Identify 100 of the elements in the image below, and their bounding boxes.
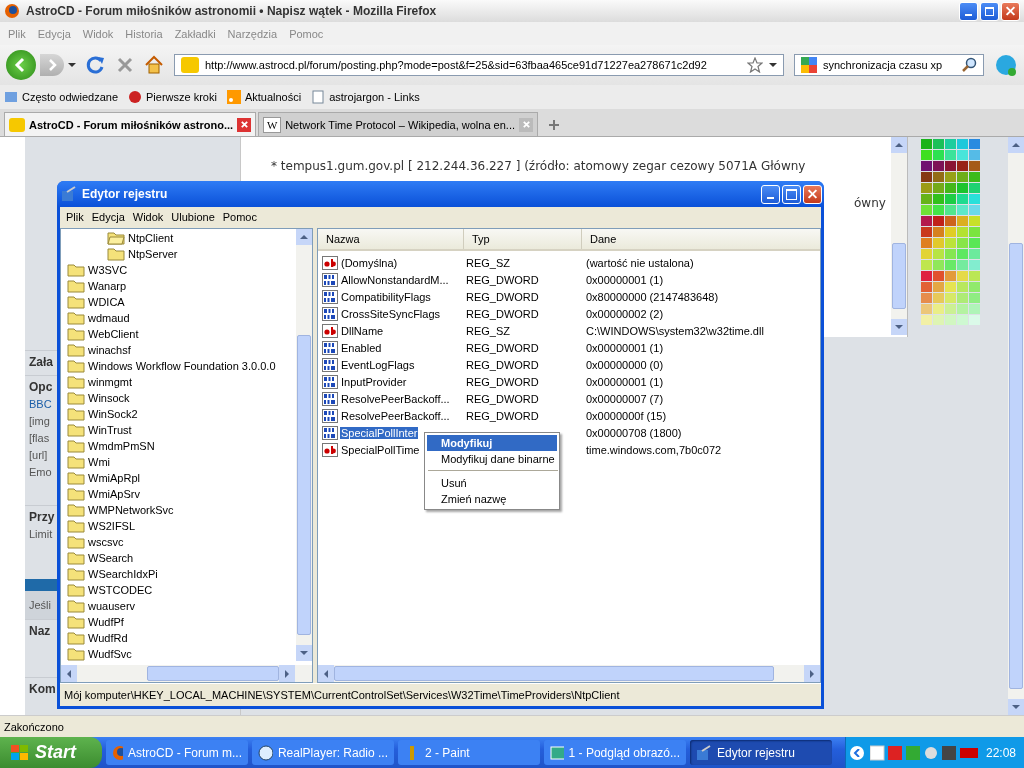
column-header[interactable]: Dane: [582, 229, 820, 249]
close-button[interactable]: [803, 184, 822, 204]
arrow-down-icon[interactable]: [300, 649, 308, 657]
tree-item[interactable]: Wanarp: [88, 280, 127, 292]
home-icon[interactable]: [144, 55, 164, 75]
value-name[interactable]: ResolvePeerBackoff...: [340, 409, 451, 422]
address-field[interactable]: http://www.astrocd.pl/forum/posting.php?mode=post&f=25&sid=63fbaa465ce91d71227ea278671c2d92: [174, 54, 784, 76]
close-button[interactable]: [1001, 1, 1020, 21]
menu-item[interactable]: Widok: [128, 210, 168, 223]
arrow-down-icon[interactable]: [1012, 703, 1020, 711]
tree-item[interactable]: WmdmPmSN: [88, 440, 155, 452]
dropdown-icon[interactable]: [769, 62, 777, 68]
tree-item[interactable]: wdmaud: [88, 312, 130, 324]
reload-icon[interactable]: [86, 55, 106, 75]
vertical-scrollbar[interactable]: [891, 137, 907, 335]
arrow-down-icon[interactable]: [895, 323, 903, 331]
tray-icons-drawing[interactable]: [869, 744, 980, 761]
column-header[interactable]: Nazwa: [318, 229, 464, 249]
color-palette-drawing[interactable]: [921, 139, 981, 326]
tree-item[interactable]: NtpServer: [128, 248, 178, 260]
browser-tab[interactable]: AstroCD - Forum miłośników astrono...: [4, 112, 257, 136]
taskbar-button[interactable]: 2 - Paint: [398, 740, 540, 765]
tree-item[interactable]: WmiApRpl: [88, 472, 140, 484]
bookmark[interactable]: Często odwiedzane: [4, 90, 118, 104]
tree-item[interactable]: Winsock: [88, 392, 130, 404]
value-name[interactable]: SpecialPollInter: [340, 426, 419, 439]
menu-item[interactable]: Ulubione: [167, 210, 219, 223]
close-icon[interactable]: [239, 120, 249, 129]
tree-item[interactable]: WmiApSrv: [88, 488, 140, 500]
tree-item[interactable]: NtpClient: [128, 232, 174, 244]
bookmark[interactable]: Pierwsze kroki: [128, 90, 217, 104]
arrow-right-icon[interactable]: [283, 669, 291, 678]
vertical-scrollbar[interactable]: [1008, 137, 1024, 715]
tree-item[interactable]: WinSock2: [88, 408, 138, 420]
context-menu-item[interactable]: Modyfikuj: [427, 435, 557, 451]
vertical-scrollbar[interactable]: [296, 229, 312, 661]
arrow-left-icon[interactable]: [65, 669, 73, 678]
back-button[interactable]: [6, 50, 36, 80]
restore-button[interactable]: [980, 1, 999, 21]
stop-icon[interactable]: [116, 56, 134, 74]
tree-item[interactable]: WinTrust: [88, 424, 132, 436]
search-engine-icon[interactable]: [801, 57, 817, 73]
tree-item[interactable]: winachsf: [88, 344, 131, 356]
maximize-button[interactable]: [782, 184, 801, 204]
arrow-up-icon[interactable]: [1012, 141, 1020, 149]
value-name[interactable]: ResolvePeerBackoff...: [340, 392, 451, 405]
tree-item[interactable]: WSearch: [88, 552, 134, 564]
menu-item[interactable]: Plik: [62, 210, 88, 223]
bookmark-star-icon[interactable]: [747, 57, 763, 73]
value-name[interactable]: DllName: [340, 324, 385, 337]
tree-item[interactable]: WS2IFSL: [88, 520, 136, 532]
value-name[interactable]: SpecialPollTime: [340, 443, 421, 456]
minimize-button[interactable]: [761, 184, 780, 204]
tree-item[interactable]: W3SVC: [88, 264, 128, 276]
arrow-right-icon[interactable]: [808, 669, 816, 678]
tree-item[interactable]: winmgmt: [88, 376, 132, 388]
tree-item[interactable]: wuauserv: [88, 600, 136, 612]
arrow-up-icon[interactable]: [895, 141, 903, 149]
arrow-left-icon[interactable]: [322, 669, 330, 678]
taskbar-button[interactable]: 1 - Podgląd obrazó...: [544, 740, 686, 765]
value-name[interactable]: CrossSiteSyncFlags: [340, 307, 442, 320]
context-menu-item[interactable]: Zmień nazwę: [427, 491, 557, 507]
horizontal-scrollbar[interactable]: [318, 665, 820, 682]
bookmark[interactable]: astrojargon - Links: [311, 90, 420, 104]
tree-item[interactable]: WDICA: [88, 296, 125, 308]
bookmark[interactable]: Aktualności: [226, 90, 302, 104]
minimize-button[interactable]: [959, 1, 978, 21]
taskbar-button[interactable]: RealPlayer: Radio ...: [252, 740, 394, 765]
value-name[interactable]: (Domyślna): [340, 256, 399, 269]
search-field[interactable]: synchronizacja czasu xp: [794, 54, 984, 76]
skype-icon[interactable]: [994, 53, 1018, 77]
menu-item[interactable]: Edycja: [87, 210, 129, 223]
value-name[interactable]: InputProvider: [340, 375, 408, 388]
value-name[interactable]: EventLogFlags: [340, 358, 416, 371]
taskbar-button[interactable]: AstroCD - Forum m...: [106, 740, 248, 765]
column-header[interactable]: Typ: [464, 229, 582, 249]
tree-item[interactable]: WSearchIdxPi: [88, 568, 158, 580]
search-icon[interactable]: [961, 57, 977, 73]
menu-item[interactable]: Pomoc: [218, 210, 261, 223]
tree-item[interactable]: WebClient: [88, 328, 139, 340]
taskbar-button[interactable]: Edytor rejestru: [690, 740, 832, 765]
horizontal-scrollbar[interactable]: [61, 665, 312, 682]
context-menu-item[interactable]: Modyfikuj dane binarne: [427, 451, 557, 467]
tree-item[interactable]: WudfRd: [88, 632, 128, 644]
tree-item[interactable]: wscsvc: [88, 536, 124, 548]
tree-item[interactable]: Windows Workflow Foundation 3.0.0.0: [88, 360, 276, 372]
plus-icon[interactable]: [549, 120, 559, 130]
tree-item[interactable]: WudfPf: [88, 616, 124, 628]
arrow-up-icon[interactable]: [300, 233, 308, 241]
value-name[interactable]: AllowNonstandardM...: [340, 273, 450, 286]
tree-item[interactable]: WudfSvc: [88, 648, 132, 660]
browser-tab[interactable]: W Network Time Protocol – Wikipedia, wolna en...: [258, 112, 538, 136]
value-name[interactable]: CompatibilityFlags: [340, 290, 432, 303]
context-menu-item[interactable]: Usuń: [427, 475, 557, 491]
dropdown-icon[interactable]: [68, 62, 76, 68]
value-name[interactable]: Enabled: [340, 341, 383, 354]
tree-item[interactable]: Wmi: [88, 456, 110, 468]
tree-item[interactable]: WMPNetworkSvc: [88, 504, 174, 516]
link-text[interactable]: BBC: [29, 396, 52, 413]
tree-item[interactable]: WSTCODEC: [88, 584, 153, 596]
